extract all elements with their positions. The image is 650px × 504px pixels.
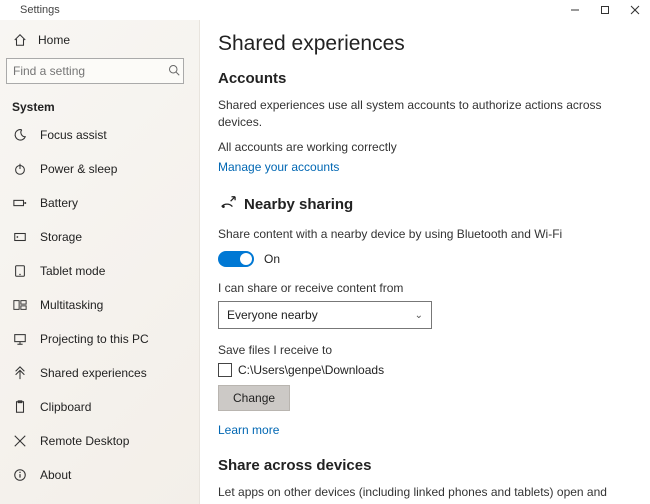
nearby-heading: Nearby sharing bbox=[218, 194, 632, 216]
share-from-value: Everyone nearby bbox=[227, 308, 318, 322]
sidebar-item-tablet-mode[interactable]: Tablet mode bbox=[0, 254, 199, 288]
moon-icon bbox=[12, 127, 28, 143]
window-controls bbox=[560, 0, 650, 20]
window-title: Settings bbox=[0, 4, 60, 16]
sidebar-item-clipboard[interactable]: Clipboard bbox=[0, 390, 199, 424]
maximize-button[interactable] bbox=[590, 0, 620, 20]
close-button[interactable] bbox=[620, 0, 650, 20]
save-to-label: Save files I receive to bbox=[218, 343, 632, 357]
sidebar-item-projecting[interactable]: Projecting to this PC bbox=[0, 322, 199, 356]
sidebar-item-storage[interactable]: Storage bbox=[0, 220, 199, 254]
remote-icon bbox=[12, 433, 28, 449]
sidebar: Home System Focus assist Power & sleep B… bbox=[0, 20, 200, 504]
chevron-down-icon: ⌄ bbox=[415, 310, 423, 321]
search-input[interactable] bbox=[13, 64, 168, 78]
sidebar-category: System bbox=[0, 94, 199, 118]
multitask-icon bbox=[12, 297, 28, 313]
clipboard-icon bbox=[12, 399, 28, 415]
sidebar-item-remote-desktop[interactable]: Remote Desktop bbox=[0, 424, 199, 458]
accounts-status: All accounts are working correctly bbox=[218, 140, 632, 154]
power-icon bbox=[12, 161, 28, 177]
page-title: Shared experiences bbox=[218, 32, 632, 56]
nearby-desc: Share content with a nearby device by us… bbox=[218, 226, 618, 243]
sidebar-search[interactable] bbox=[6, 58, 184, 84]
sidebar-item-label: Shared experiences bbox=[40, 366, 147, 380]
save-path-row: C:\Users\genpe\Downloads bbox=[218, 363, 632, 377]
sidebar-item-about[interactable]: About bbox=[0, 458, 199, 492]
sidebar-home-label: Home bbox=[38, 33, 70, 47]
sidebar-item-focus-assist[interactable]: Focus assist bbox=[0, 118, 199, 152]
share-from-select[interactable]: Everyone nearby ⌄ bbox=[218, 301, 432, 329]
accounts-desc: Shared experiences use all system accoun… bbox=[218, 97, 618, 132]
project-icon bbox=[12, 331, 28, 347]
title-bar: Settings bbox=[0, 0, 650, 20]
nearby-heading-text: Nearby sharing bbox=[244, 196, 353, 213]
change-button[interactable]: Change bbox=[218, 385, 290, 411]
manage-accounts-link[interactable]: Manage your accounts bbox=[218, 160, 339, 174]
folder-icon bbox=[218, 363, 232, 377]
across-desc: Let apps on other devices (including lin… bbox=[218, 484, 618, 504]
main-content: Shared experiences Accounts Shared exper… bbox=[200, 20, 650, 504]
sidebar-item-label: Projecting to this PC bbox=[40, 332, 149, 346]
sidebar-item-label: Remote Desktop bbox=[40, 434, 129, 448]
search-icon bbox=[168, 64, 180, 79]
share-icon bbox=[12, 365, 28, 381]
accounts-heading: Accounts bbox=[218, 70, 632, 87]
sidebar-item-label: Clipboard bbox=[40, 400, 91, 414]
sidebar-item-battery[interactable]: Battery bbox=[0, 186, 199, 220]
learn-more-link[interactable]: Learn more bbox=[218, 423, 279, 437]
home-icon bbox=[12, 32, 28, 48]
sidebar-item-label: Battery bbox=[40, 196, 78, 210]
info-icon bbox=[12, 467, 28, 483]
sidebar-item-label: Storage bbox=[40, 230, 82, 244]
across-heading: Share across devices bbox=[218, 457, 632, 474]
nearby-share-icon bbox=[218, 194, 236, 216]
sidebar-home[interactable]: Home bbox=[0, 26, 199, 54]
save-path-text: C:\Users\genpe\Downloads bbox=[238, 363, 384, 377]
tablet-icon bbox=[12, 263, 28, 279]
sidebar-item-power-sleep[interactable]: Power & sleep bbox=[0, 152, 199, 186]
sidebar-item-label: About bbox=[40, 468, 71, 482]
sidebar-item-multitasking[interactable]: Multitasking bbox=[0, 288, 199, 322]
storage-icon bbox=[12, 229, 28, 245]
battery-icon bbox=[12, 195, 28, 211]
sidebar-item-label: Multitasking bbox=[40, 298, 103, 312]
minimize-button[interactable] bbox=[560, 0, 590, 20]
sidebar-item-shared-experiences[interactable]: Shared experiences bbox=[0, 356, 199, 390]
nearby-toggle-label: On bbox=[264, 252, 280, 266]
nearby-toggle[interactable] bbox=[218, 251, 254, 267]
sidebar-item-label: Tablet mode bbox=[40, 264, 105, 278]
sidebar-item-label: Focus assist bbox=[40, 128, 107, 142]
share-from-label: I can share or receive content from bbox=[218, 281, 632, 295]
sidebar-item-label: Power & sleep bbox=[40, 162, 117, 176]
